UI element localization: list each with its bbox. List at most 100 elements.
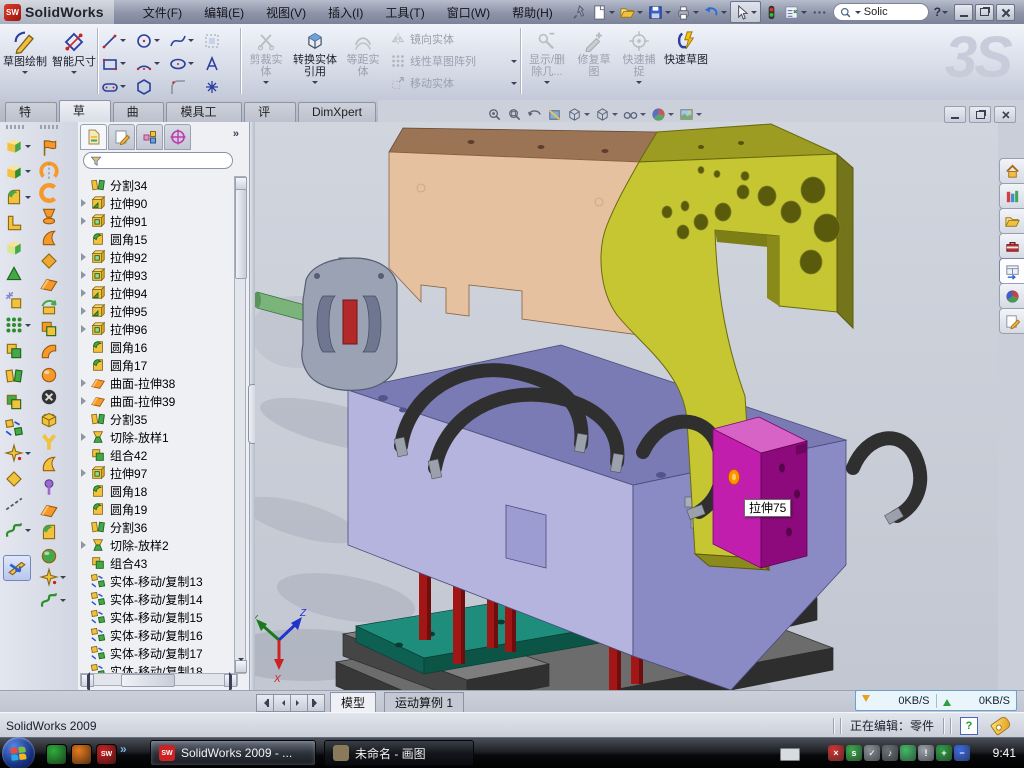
model-nav-next-button[interactable] <box>290 694 308 712</box>
tree-item-拉伸93[interactable]: 拉伸93 <box>80 266 232 284</box>
tree-item-组合43[interactable]: 组合43 <box>80 554 232 572</box>
tree-item-拉伸96[interactable]: 拉伸96 <box>80 320 232 338</box>
doc-minimize-button[interactable] <box>944 106 966 123</box>
boundary-icon[interactable] <box>39 251 59 271</box>
minimize-button[interactable] <box>954 4 973 21</box>
manager-tab-feature-manager[interactable] <box>80 124 107 150</box>
bend-icon[interactable] <box>39 341 59 361</box>
fastener-icon[interactable] <box>39 477 59 497</box>
menu-item-1[interactable]: 编辑(E) <box>193 4 255 21</box>
menu-item-2[interactable]: 视图(V) <box>255 4 317 21</box>
sketch-entity-polygon[interactable] <box>135 75 167 98</box>
sketch-entity-line[interactable] <box>101 29 133 52</box>
sketch-entity-circle[interactable] <box>135 29 167 52</box>
toolbar-button-剪裁实体[interactable]: 剪裁实体 <box>245 27 287 100</box>
sketch-entity-spline[interactable] <box>169 29 201 52</box>
messenger-icon[interactable] <box>46 744 67 765</box>
tree-item-圆角19[interactable]: 圆角19 <box>80 500 232 518</box>
volume-icon[interactable]: ♪ <box>882 745 898 761</box>
display-style-icon[interactable] <box>594 106 619 123</box>
ribbon-tab-特征[interactable]: 特征 <box>5 102 57 122</box>
save-icon[interactable] <box>646 2 673 22</box>
help-button[interactable]: ? <box>933 2 950 22</box>
tree-item-拉伸97[interactable]: 拉伸97 <box>80 464 232 482</box>
task-button-solidworks[interactable]: SWSolidWorks 2009 - ... <box>150 740 316 766</box>
menu-item-5[interactable]: 窗口(W) <box>436 4 501 21</box>
reference-axis-icon[interactable] <box>4 494 24 514</box>
sketch-entity-ellipse[interactable] <box>169 52 201 75</box>
ribbon-tab-曲面[interactable]: 曲面 <box>113 102 165 122</box>
sketch-entity-arc[interactable] <box>135 52 167 75</box>
open-icon[interactable] <box>618 2 645 22</box>
toolbar-button-智能尺寸[interactable]: 智能尺寸 <box>52 27 96 100</box>
move-copy-body-icon[interactable] <box>4 418 24 438</box>
toolbar-button-显示/删除几...[interactable]: 显示/删除几... <box>524 27 570 100</box>
task-pane-tab-custom-properties[interactable] <box>999 308 1024 334</box>
view-orientation-icon[interactable] <box>566 106 591 123</box>
helix-icon[interactable] <box>39 296 59 316</box>
menu-item-0[interactable]: 文件(F) <box>132 4 193 21</box>
task-pane-tab-design-library[interactable] <box>999 183 1024 209</box>
keyboard-tray-icon[interactable] <box>780 748 800 761</box>
sketch-entity-trim-box[interactable] <box>203 29 235 52</box>
solidworks-quick-icon[interactable]: SW <box>96 744 117 765</box>
draft-icon[interactable] <box>4 264 24 284</box>
doc-close-button[interactable] <box>994 106 1016 123</box>
extrude-boss-icon[interactable] <box>4 136 32 156</box>
tree-item-曲面-拉伸38[interactable]: 曲面-拉伸38 <box>80 374 232 392</box>
task-pane-tab-view-palette[interactable] <box>999 258 1024 284</box>
tree-item-拉伸95[interactable]: 拉伸95 <box>80 302 232 320</box>
tree-item-实体-移动/复制16[interactable]: 实体-移动/复制16 <box>80 626 232 644</box>
sketch-entity-slot[interactable] <box>101 75 133 98</box>
previous-view-icon[interactable] <box>526 106 543 123</box>
open-box-icon[interactable] <box>39 409 59 429</box>
flex-icon[interactable] <box>39 228 59 248</box>
tree-item-分割35[interactable]: 分割35 <box>80 410 232 428</box>
tree-item-拉伸92[interactable]: 拉伸92 <box>80 248 232 266</box>
split-body-icon[interactable] <box>4 366 24 386</box>
undo-icon[interactable] <box>702 2 729 22</box>
quick-launch-more-icon[interactable]: » <box>120 742 127 756</box>
planar-surface-icon[interactable] <box>39 274 59 294</box>
tree-item-曲面-拉伸39[interactable]: 曲面-拉伸39 <box>80 392 232 410</box>
zoom-area-icon[interactable] <box>506 106 523 123</box>
tree-item-组合42[interactable]: 组合42 <box>80 446 232 464</box>
tag-icon[interactable] <box>990 715 1012 736</box>
start-button[interactable] <box>2 737 35 768</box>
revolve-icon[interactable] <box>39 138 59 158</box>
traffic-light-icon[interactable] <box>762 2 781 22</box>
manager-tab-property-manager[interactable] <box>108 124 135 150</box>
new-file-icon[interactable] <box>590 2 617 22</box>
section-view-icon[interactable] <box>546 106 563 123</box>
toolbar-button-草图绘制[interactable]: 草图绘制 <box>2 27 48 100</box>
toolbar-button-转换实体引用[interactable]: 转换实体引用 <box>291 27 339 100</box>
task-pane-tab-toolbox[interactable] <box>999 233 1024 259</box>
curve-icon[interactable] <box>4 520 32 540</box>
options-icon[interactable] <box>810 2 829 22</box>
reference-point-icon[interactable] <box>4 443 32 463</box>
connect-icon[interactable] <box>900 745 916 761</box>
model-nav-first-button[interactable] <box>256 694 274 712</box>
doc-restore-button[interactable] <box>969 106 991 123</box>
shell-open-icon[interactable] <box>39 432 59 452</box>
restore-button[interactable] <box>975 4 994 21</box>
pattern-icon[interactable] <box>4 315 32 335</box>
spline-tool-icon[interactable] <box>39 590 67 610</box>
tree-item-拉伸94[interactable]: 拉伸94 <box>80 284 232 302</box>
fillet-surface-icon[interactable] <box>39 522 59 542</box>
manager-tab-configuration-manager[interactable] <box>136 124 163 150</box>
dome-green-icon[interactable] <box>39 545 59 565</box>
toolbar-button-移动实体[interactable]: 移动实体 <box>390 72 518 94</box>
task-button-paint[interactable]: 未命名 - 画图 <box>324 740 474 766</box>
tree-vertical-scrollbar[interactable] <box>234 176 246 674</box>
zoom-fit-icon[interactable] <box>486 106 503 123</box>
search-input[interactable]: Solic <box>833 3 929 21</box>
hide-show-items-icon[interactable] <box>622 106 647 123</box>
network-speed-widget[interactable]: 0KB/S 0KB/S <box>855 690 1017 711</box>
graphics-viewport[interactable]: Y Z X <box>255 122 998 690</box>
ribbon-tab-模具工具[interactable]: 模具工具 <box>166 102 242 122</box>
tree-item-实体-移动/复制14[interactable]: 实体-移动/复制14 <box>80 590 232 608</box>
toolbar-button-线性草图阵列[interactable]: 线性草图阵列 <box>390 50 518 72</box>
tree-item-分割34[interactable]: 分割34 <box>80 176 232 194</box>
model-tab-模型[interactable]: 模型 <box>330 692 376 713</box>
